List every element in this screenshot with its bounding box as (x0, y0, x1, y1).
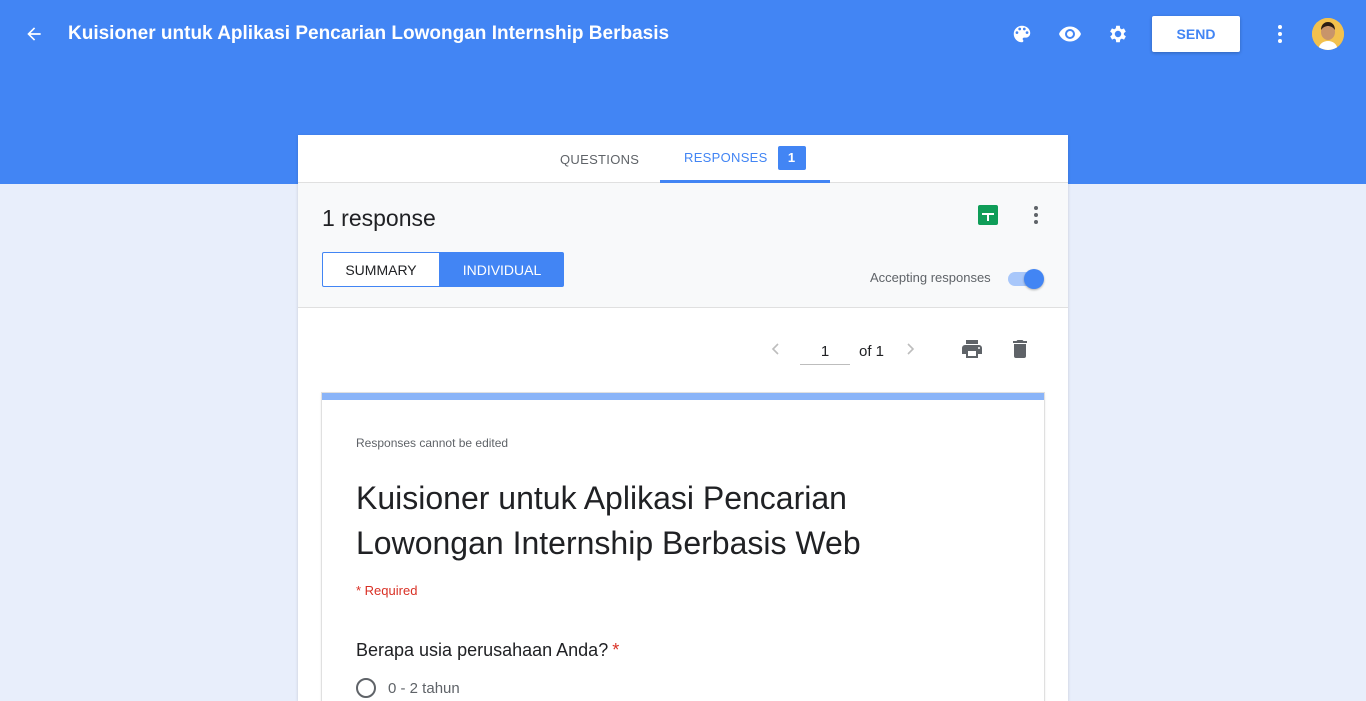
question-text: Berapa usia perusahaan Anda? (356, 640, 609, 660)
not-editable-note: Responses cannot be edited (356, 436, 509, 450)
radio-option[interactable]: 0 - 2 tahun (356, 678, 460, 698)
palette-icon[interactable] (1008, 20, 1036, 48)
settings-gear-icon[interactable] (1104, 20, 1132, 48)
accepting-responses-toggle[interactable] (1008, 269, 1044, 289)
required-note: * Required (356, 583, 418, 598)
toggle-knob (1024, 269, 1044, 289)
responses-summary-panel: 1 response (298, 183, 1068, 308)
response-form: Responses cannot be edited Kuisioner unt… (322, 393, 1044, 701)
tab-bar: QUESTIONS RESPONSES 1 (298, 135, 1068, 183)
summary-toggle-button[interactable]: SUMMARY (322, 252, 440, 287)
more-vert-icon[interactable] (1266, 20, 1294, 48)
tab-questions[interactable]: QUESTIONS (560, 135, 639, 183)
option-label: 0 - 2 tahun (388, 679, 460, 697)
question-title: Berapa usia perusahaan Anda? * (356, 640, 619, 661)
chevron-right-icon[interactable] (902, 341, 918, 357)
form-title-header[interactable]: Kuisioner untuk Aplikasi Pencarian Lowon… (68, 23, 669, 45)
individual-toggle-button[interactable]: INDIVIDUAL (440, 252, 564, 287)
sheets-icon[interactable] (978, 205, 998, 225)
arrow-back-icon[interactable] (20, 20, 48, 48)
radio-button[interactable] (356, 678, 376, 698)
form-title: Kuisioner untuk Aplikasi Pencarian Lowon… (356, 480, 861, 561)
form-card: QUESTIONS RESPONSES 1 1 response SUMMARY… (298, 135, 1068, 701)
more-vert-icon[interactable] (1026, 203, 1046, 227)
response-count: 1 response (322, 205, 436, 231)
page-number-input[interactable] (800, 339, 850, 365)
chevron-left-icon[interactable] (768, 341, 784, 357)
trash-icon[interactable] (1008, 337, 1032, 361)
tab-responses-label: RESPONSES (684, 150, 768, 165)
page-total: of 1 (859, 343, 885, 360)
avatar[interactable] (1312, 18, 1344, 50)
print-icon[interactable] (960, 337, 984, 361)
tab-responses[interactable]: RESPONSES 1 (660, 135, 830, 183)
response-pager: of 1 (298, 333, 1068, 373)
accepting-responses-label: Accepting responses (870, 270, 991, 285)
responses-count-badge: 1 (777, 145, 806, 170)
send-button[interactable]: SEND (1152, 16, 1240, 52)
preview-eye-icon[interactable] (1056, 20, 1084, 48)
required-star: * (612, 640, 620, 660)
